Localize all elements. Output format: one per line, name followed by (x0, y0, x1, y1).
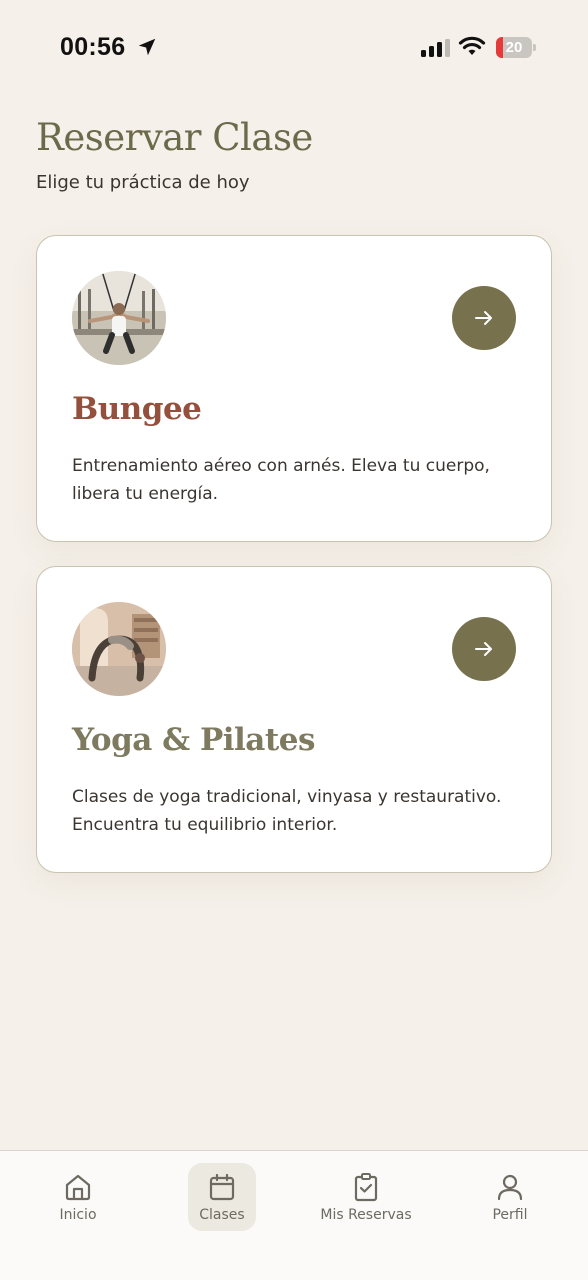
nav-label: Clases (199, 1207, 245, 1223)
nav-item-mis-reservas[interactable]: Mis Reservas (314, 1163, 418, 1231)
bottom-nav: Inicio Clases Mis Reservas Perfil (0, 1150, 588, 1280)
class-card-bungee[interactable]: Bungee Entrenamiento aéreo con arnés. El… (36, 235, 552, 542)
class-title: Bungee (72, 391, 202, 427)
nav-label: Mis Reservas (320, 1207, 412, 1223)
battery-level: 20 (505, 39, 523, 56)
arrow-right-icon (475, 311, 492, 325)
status-time: 00:56 (60, 33, 126, 61)
page-subtitle: Elige tu práctica de hoy (36, 172, 250, 193)
location-arrow-icon (138, 38, 156, 56)
signal-icon (421, 39, 450, 57)
nav-label: Perfil (492, 1207, 528, 1223)
status-bar: 00:56 20 (0, 0, 588, 96)
nav-item-perfil[interactable]: Perfil (476, 1163, 544, 1231)
class-description: Entrenamiento aéreo con arnés. Eleva tu … (72, 456, 490, 504)
nav-label: Inicio (59, 1207, 97, 1223)
page-title: Reservar Clase (36, 116, 313, 159)
yoga-class-photo (72, 602, 166, 696)
arrow-right-icon (475, 642, 492, 656)
class-card-yoga-pilates[interactable]: Yoga & Pilates Clases de yoga tradiciona… (36, 566, 552, 873)
nav-item-clases[interactable]: Clases (188, 1163, 256, 1231)
bungee-open-button[interactable] (452, 286, 516, 350)
clipboard-check-icon (354, 1173, 378, 1202)
bungee-class-photo (72, 271, 166, 365)
class-title: Yoga & Pilates (72, 722, 315, 758)
class-description: Clases de yoga tradicional, vinyasa y re… (72, 787, 502, 835)
yoga-pilates-open-button[interactable] (452, 617, 516, 681)
home-icon (65, 1174, 91, 1201)
wifi-icon (458, 36, 486, 55)
nav-item-inicio[interactable]: Inicio (40, 1163, 116, 1231)
calendar-icon (209, 1173, 235, 1201)
user-icon (497, 1174, 523, 1201)
battery-icon: 20 (496, 37, 536, 58)
